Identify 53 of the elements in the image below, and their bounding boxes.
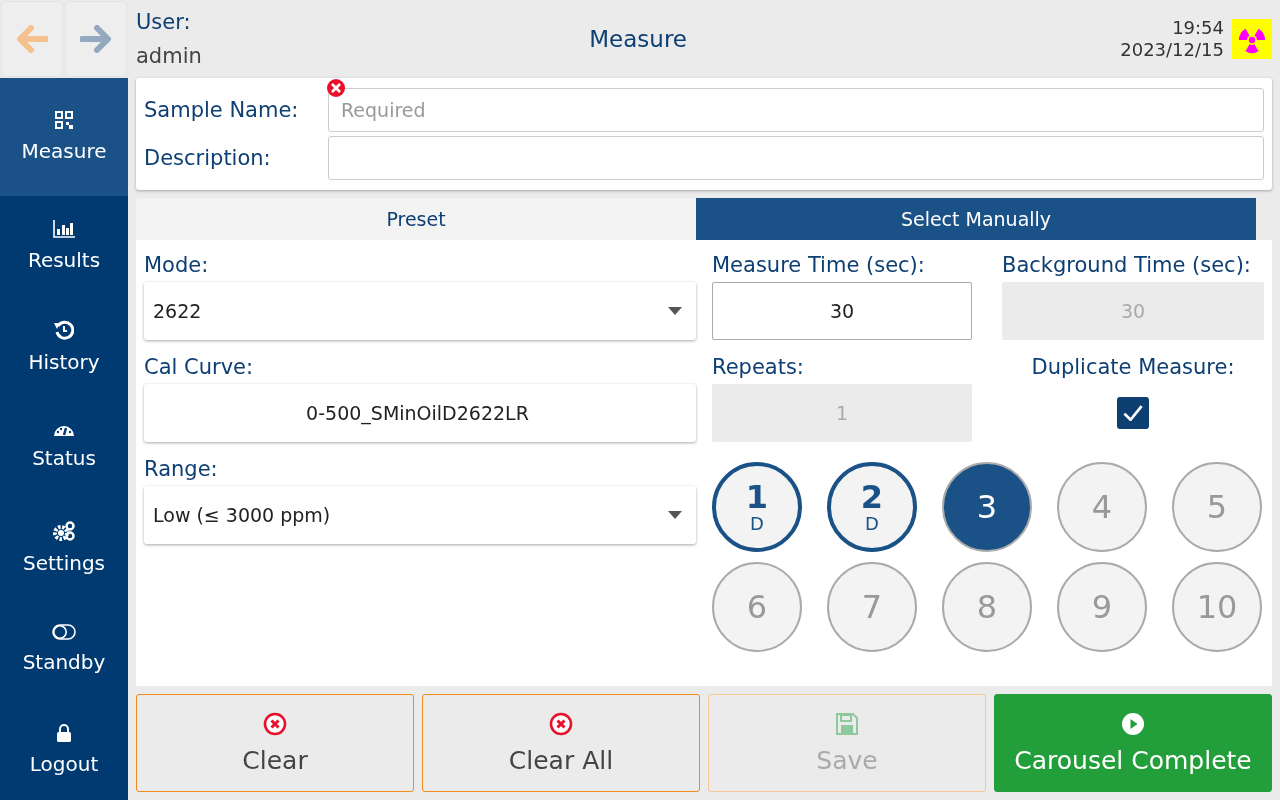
select-button[interactable]: 0-500_SMinOilD2622LR [144, 384, 696, 442]
lock-icon [57, 723, 71, 742]
field-label: Measure Time (sec): [712, 252, 926, 279]
sidebar-item[interactable]: Status [0, 397, 128, 498]
position-button[interactable]: 1 D [712, 462, 802, 552]
field-label: Duplicate Measure: [1030, 354, 1236, 381]
field-label: Background Time (sec): [1002, 252, 1252, 279]
play-icon [1121, 711, 1145, 736]
field-label: Sample Name: [144, 98, 300, 122]
right-arrow-icon [80, 25, 112, 53]
date: 2023/12/15 [1120, 39, 1224, 61]
sidebar-item[interactable]: Measure [0, 78, 128, 196]
field-label: Repeats: [712, 354, 805, 381]
back-button[interactable] [1, 1, 63, 77]
text-field[interactable] [328, 136, 1264, 180]
qr-code-icon [55, 111, 73, 129]
caret-icon [668, 511, 682, 519]
user-name: admin [136, 43, 203, 70]
action-button[interactable]: Clear All [422, 694, 700, 792]
radiation-icon [1232, 19, 1272, 59]
left-arrow-icon [16, 25, 48, 53]
check-icon [1123, 405, 1143, 421]
caret-icon [668, 307, 682, 315]
sidebar-item[interactable]: History [0, 296, 128, 398]
gauge-icon [53, 425, 75, 437]
bar-chart-icon [53, 220, 75, 239]
field-label: Cal Curve: [144, 354, 255, 381]
forward-button[interactable] [65, 1, 127, 77]
tab[interactable]: Select Manually [696, 198, 1256, 240]
sidebar-item[interactable]: Logout [0, 699, 128, 800]
sidebar-item[interactable]: Standby [0, 598, 128, 700]
clear-icon [263, 711, 287, 736]
tab[interactable]: Preset [136, 198, 696, 240]
number-field[interactable]: 30 [712, 282, 972, 340]
action-button[interactable]: Clear [136, 694, 414, 792]
position-button[interactable]: 3 [942, 462, 1032, 552]
checkbox[interactable] [1117, 397, 1149, 429]
sidebar-item[interactable]: Results [0, 196, 128, 297]
field-label: Description: [144, 146, 272, 170]
dropdown[interactable]: 2622 [144, 282, 696, 340]
clear-icon [549, 711, 573, 736]
history-icon [54, 320, 74, 340]
page-title: Measure [588, 26, 688, 52]
dropdown[interactable]: Low (≤ 3000 ppm) [144, 486, 696, 544]
toggle-icon [52, 624, 76, 640]
field-label: Range: [144, 456, 219, 483]
gears-icon [53, 521, 75, 542]
sidebar-item[interactable]: Settings [0, 498, 128, 599]
user-label: User: [136, 9, 192, 36]
time: 19:54 [1172, 17, 1224, 39]
position-button[interactable]: 2 D [827, 462, 917, 552]
text-field[interactable]: Required [328, 88, 1264, 132]
field-label: Mode: [144, 252, 210, 279]
